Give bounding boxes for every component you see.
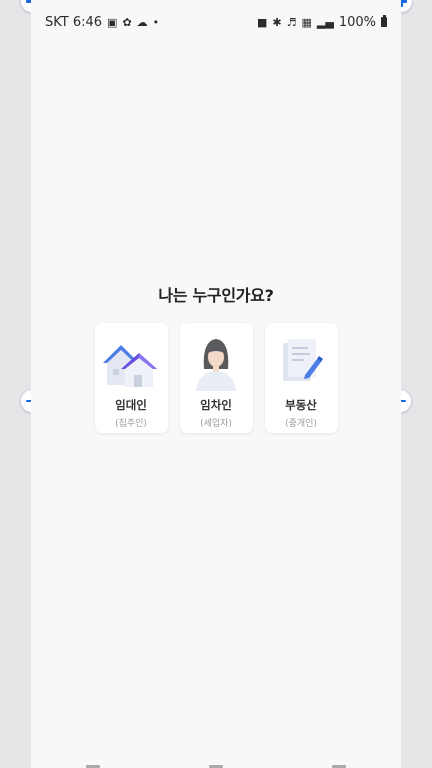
card-label: 임대인 bbox=[115, 398, 147, 412]
volte-icon: ▦ bbox=[301, 15, 312, 29]
role-cards: 임대인 (집주인) 임차인 (세입자) 부동산 (중개인) bbox=[31, 323, 401, 433]
navigation-bar bbox=[31, 762, 401, 768]
page-title: 나는 누구인가요? bbox=[158, 286, 274, 305]
battery-text: 100% bbox=[338, 14, 376, 30]
document-pen-icon bbox=[283, 339, 323, 381]
status-bar: SKT 6:46 ▣ ✿ ☁ • ■ ✱ ♬ ▦ ▂▄ 100% bbox=[45, 8, 387, 36]
card-sublabel: (집주인) bbox=[115, 419, 147, 429]
card-tenant[interactable]: 임차인 (세입자) bbox=[179, 323, 253, 433]
alarm-icon: ■ bbox=[257, 15, 268, 29]
mute-icon: ♬ bbox=[286, 15, 297, 29]
card-label: 임차인 bbox=[200, 398, 232, 412]
bluetooth-icon: ✱ bbox=[272, 15, 282, 29]
signal-icon: ▂▄ bbox=[316, 15, 334, 29]
cloud-icon: ☁ bbox=[136, 15, 148, 29]
person-icon bbox=[196, 339, 236, 391]
card-sublabel: (중개인) bbox=[285, 419, 317, 429]
pinwheel-icon: ✿ bbox=[122, 15, 132, 29]
status-right: ■ ✱ ♬ ▦ ▂▄ 100% bbox=[257, 15, 387, 30]
carrier-time: SKT 6:46 bbox=[45, 14, 103, 30]
editor-canvas: SKT 6:46 ▣ ✿ ☁ • ■ ✱ ♬ ▦ ▂▄ 100% 나는 누구인가… bbox=[0, 0, 432, 768]
card-sublabel: (세입자) bbox=[200, 419, 232, 429]
house-icon bbox=[103, 345, 157, 387]
gallery-icon: ▣ bbox=[107, 15, 118, 29]
card-realtor[interactable]: 부동산 (중개인) bbox=[264, 323, 338, 433]
phone-screen: SKT 6:46 ▣ ✿ ☁ • ■ ✱ ♬ ▦ ▂▄ 100% 나는 누구인가… bbox=[31, 0, 401, 768]
battery-icon bbox=[381, 15, 387, 27]
card-label: 부동산 bbox=[285, 398, 317, 412]
status-left: SKT 6:46 ▣ ✿ ☁ • bbox=[45, 15, 159, 30]
card-landlord[interactable]: 임대인 (집주인) bbox=[94, 323, 168, 433]
dot-icon: • bbox=[152, 15, 160, 29]
